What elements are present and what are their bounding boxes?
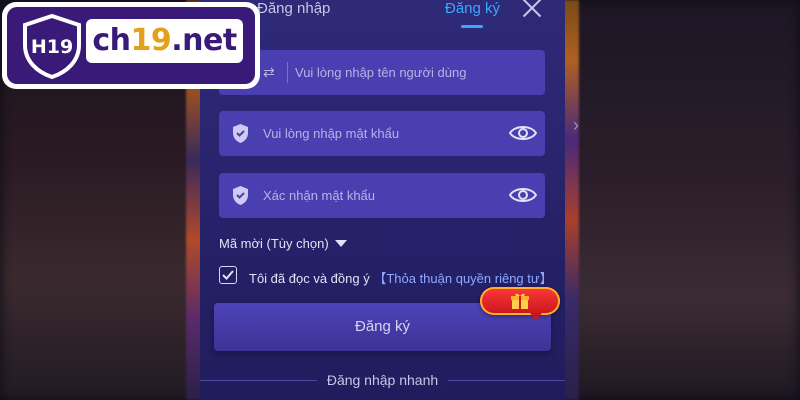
chevron-right-icon: › [573,115,579,135]
eye-icon[interactable] [509,124,537,142]
password-placeholder: Vui lòng nhập mật khẩu [263,126,400,141]
checkmark-icon [222,270,234,280]
logo-shield-text: H19 [31,36,73,58]
gift-icon [511,293,529,309]
background-right [560,0,800,400]
caret-down-icon [334,240,347,247]
tab-register[interactable]: Đăng ký [445,0,500,17]
logo-wordmark: ch19.net [86,19,243,63]
agreement-checkbox[interactable] [219,266,237,284]
agreement-label: Tôi đã đọc và đồng ý [249,271,370,286]
swap-arrows-icon: ⇄ [263,64,275,80]
field-separator [287,62,288,83]
privacy-agreement-link[interactable]: 【Thỏa thuận quyền riêng tư】 [373,271,552,286]
shield-icon [233,124,248,143]
confirm-password-placeholder: Xác nhận mật khẩu [263,188,376,203]
logo-suffix: .net [171,23,237,58]
confirm-password-field[interactable]: Xác nhận mật khẩu [219,173,545,218]
password-field[interactable]: Vui lòng nhập mật khẩu [219,111,545,156]
logo-prefix: ch [92,23,131,58]
gift-badge[interactable] [480,287,560,321]
h19-shield-icon: H19 [23,13,81,79]
background-game-strip-right [563,0,579,400]
close-icon[interactable] [520,0,544,20]
quick-login-heading: Đăng nhập nhanh [200,371,565,390]
tab-login[interactable]: Đăng nhập [257,0,330,17]
quick-login-label: Đăng nhập nhanh [316,371,449,389]
shield-icon [233,186,248,205]
eye-icon[interactable] [509,186,537,204]
active-tab-indicator [461,25,483,28]
logo-number: 19 [130,23,172,58]
brand-logo: H19 ch19.net [2,2,260,89]
username-placeholder: Vui lòng nhập tên người dùng [295,65,467,80]
invite-code-toggle[interactable]: Mã mời (Tùy chọn) [219,236,347,251]
invite-code-label: Mã mời (Tùy chọn) [219,236,329,251]
agreement-text: Tôi đã đọc và đồng ý 【Thỏa thuận quyền r… [249,268,553,287]
username-field[interactable]: ⇄ Vui lòng nhập tên người dùng [219,50,545,95]
